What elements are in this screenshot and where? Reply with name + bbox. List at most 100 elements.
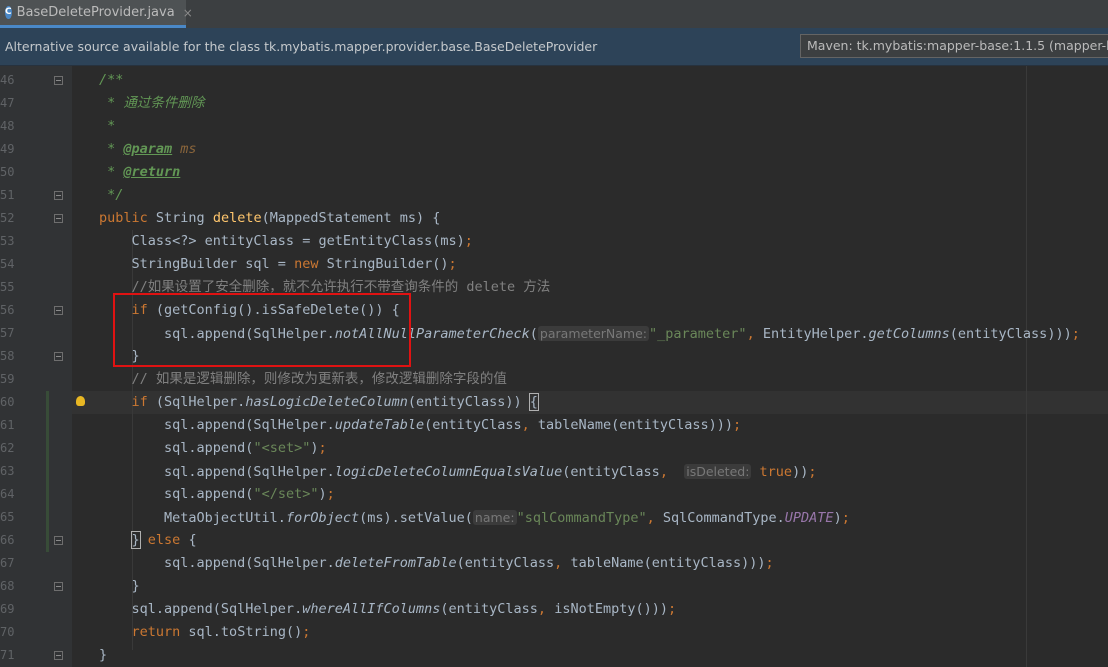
code-token: (ms).setValue(: [359, 510, 473, 526]
line-number: 59: [0, 372, 15, 386]
code-line[interactable]: 67 sql.append(SqlHelper.deleteFromTable(…: [0, 552, 1108, 575]
line-number: 65: [0, 510, 15, 524]
code-token: ;: [841, 510, 850, 526]
code-token: (MappedStatement ms) {: [261, 210, 441, 226]
line-number: 61: [0, 418, 15, 432]
code-line[interactable]: 62 sql.append("<set>");: [0, 437, 1108, 460]
line-number: 48: [0, 119, 15, 133]
lightbulb-icon[interactable]: [76, 396, 85, 406]
code-line[interactable]: 68 }: [0, 575, 1108, 598]
fold-marker-icon[interactable]: [54, 214, 63, 223]
code-text: }: [99, 644, 107, 667]
code-token: StringBuilder(): [326, 256, 449, 272]
code-token: ,: [554, 555, 571, 571]
tab-base-delete-provider[interactable]: C BaseDeleteProvider.java ×: [0, 0, 193, 28]
code-line[interactable]: 65 MetaObjectUtil.forObject(ms).setValue…: [0, 506, 1108, 529]
code-line[interactable]: 52 public String delete(MappedStatement m…: [0, 207, 1108, 230]
code-token: public: [99, 210, 156, 226]
code-token: *: [99, 118, 116, 134]
code-token: 通过条件删除: [123, 95, 205, 111]
code-token: ;: [448, 256, 457, 272]
code-text: /**: [99, 69, 123, 92]
code-line[interactable]: 48 *: [0, 115, 1108, 138]
annotation-red-box: [113, 293, 411, 367]
code-token: ): [318, 486, 327, 502]
code-line[interactable]: 70 return sql.toString();: [0, 621, 1108, 644]
code-text: */: [99, 184, 123, 207]
code-token: StringBuilder sql =: [99, 256, 295, 272]
code-token: hasLogicDeleteColumn: [245, 394, 408, 410]
code-text: public String delete(MappedStatement ms)…: [99, 207, 440, 230]
code-token: tableName(entityClass))): [537, 417, 733, 433]
code-token: ): [833, 510, 842, 526]
code-line[interactable]: 61 sql.append(SqlHelper.updateTable(enti…: [0, 414, 1108, 437]
line-number: 60: [0, 395, 15, 409]
code-token: */: [99, 187, 124, 203]
code-token: new: [294, 256, 327, 272]
code-line[interactable]: 60 if (SqlHelper.hasLogicDeleteColumn(en…: [0, 391, 1108, 414]
code-token: EntityHelper.: [762, 326, 869, 342]
code-token: sql.append(SqlHelper.: [99, 555, 335, 571]
code-line[interactable]: 51 */: [0, 184, 1108, 207]
code-token: true: [751, 464, 793, 480]
code-token: SqlCommandType.: [662, 510, 785, 526]
code-token: return: [131, 624, 189, 640]
code-token: ,: [746, 326, 763, 342]
code-token: sql.append(SqlHelper.: [99, 601, 303, 617]
banner-text: Alternative source available for the cla…: [5, 39, 598, 54]
code-text: sql.append(SqlHelper.whereAllIfColumns(e…: [99, 598, 677, 621]
code-token: (entityClass: [562, 464, 660, 480]
code-token: logicDeleteColumnEqualsValue: [334, 464, 563, 480]
code-line[interactable]: 66 } else {: [0, 529, 1108, 552]
fold-marker-icon[interactable]: [54, 536, 63, 545]
code-token: ;: [302, 624, 311, 640]
code-text: }: [99, 575, 140, 598]
code-line[interactable]: 64 sql.append("</set>");: [0, 483, 1108, 506]
code-token: }: [99, 578, 140, 594]
parameter-hint: parameterName:: [537, 326, 650, 341]
code-token: @param: [123, 141, 173, 157]
code-line[interactable]: 59 // 如果是逻辑删除，则修改为更新表，修改逻辑删除字段的值: [0, 368, 1108, 391]
fold-marker-icon[interactable]: [54, 191, 63, 200]
code-line[interactable]: 47 * 通过条件删除: [0, 92, 1108, 115]
code-text: *: [99, 115, 115, 138]
code-token: isNotEmpty())): [554, 601, 668, 617]
fold-marker-icon[interactable]: [54, 651, 63, 660]
code-text: // 如果是逻辑删除，则修改为更新表，修改逻辑删除字段的值: [99, 368, 507, 391]
code-token: "sqlCommandType": [516, 510, 647, 526]
code-line[interactable]: 49 * @param ms: [0, 138, 1108, 161]
code-line[interactable]: 46 /**: [0, 69, 1108, 92]
parameter-hint: name:: [472, 510, 517, 525]
code-line[interactable]: 53 Class<?> entityClass = getEntityClass…: [0, 230, 1108, 253]
code-token: ;: [733, 417, 742, 433]
code-line[interactable]: 54 StringBuilder sql = new StringBuilder…: [0, 253, 1108, 276]
code-line[interactable]: 63 sql.append(SqlHelper.logicDeleteColum…: [0, 460, 1108, 483]
code-text: sql.append("<set>");: [99, 437, 327, 460]
fold-marker-icon[interactable]: [54, 582, 63, 591]
line-number: 62: [0, 441, 15, 455]
close-icon[interactable]: ×: [183, 6, 193, 20]
fold-marker-icon[interactable]: [54, 76, 63, 85]
code-text: if (SqlHelper.hasLogicDeleteColumn(entit…: [99, 391, 539, 414]
line-number: 71: [0, 648, 15, 662]
code-token: UPDATE: [784, 510, 834, 526]
code-text: return sql.toString();: [99, 621, 311, 644]
source-selector-dropdown[interactable]: Maven: tk.mybatis:mapper-base:1.1.5 (map…: [800, 34, 1108, 58]
code-token: ;: [464, 233, 473, 249]
code-line[interactable]: 71}: [0, 644, 1108, 667]
editor-tab-bar: C BaseDeleteProvider.java ×: [0, 0, 1108, 29]
code-token: *: [99, 141, 124, 157]
code-token: ,: [646, 510, 663, 526]
code-token: (entityClass)): [407, 394, 530, 410]
fold-marker-icon[interactable]: [54, 306, 63, 315]
java-class-icon: C: [5, 6, 12, 19]
code-line[interactable]: 69 sql.append(SqlHelper.whereAllIfColumn…: [0, 598, 1108, 621]
line-number: 50: [0, 165, 15, 179]
line-number: 64: [0, 487, 15, 501]
code-line[interactable]: 50 * @return: [0, 161, 1108, 184]
code-token: ,: [537, 601, 555, 617]
fold-marker-icon[interactable]: [54, 352, 63, 361]
line-number: 70: [0, 625, 15, 639]
